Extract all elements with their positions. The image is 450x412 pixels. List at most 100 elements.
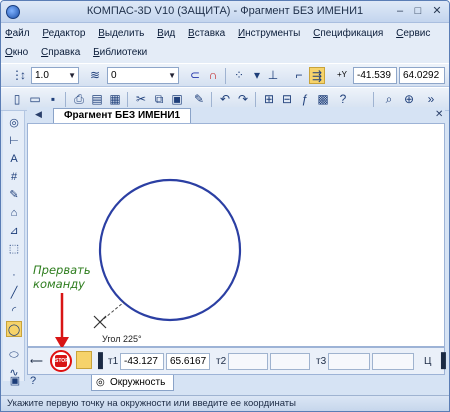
t3-x-field[interactable] [328, 353, 370, 370]
menu-service[interactable]: Сервис [396, 28, 430, 39]
title-bar: КОМПАС-3D V10 (ЗАЩИТА) - Фрагмент БЕЗ ИМ… [1, 1, 449, 23]
library-manager-icon[interactable]: ▩ [315, 91, 331, 108]
coord-x-field[interactable]: -41.539 [353, 67, 397, 84]
menu-help[interactable]: Справка [41, 47, 80, 58]
menu-insert[interactable]: Вставка [188, 28, 225, 39]
stop-icon: STOP [55, 355, 69, 367]
zoom-icon[interactable]: ⌕ [381, 91, 397, 108]
toolbar-separator [373, 92, 374, 108]
stop-command-button[interactable]: STOP [50, 350, 72, 372]
properties-panel: ⟵ STOP ▌ т1 -43.127 65.6167 т2 т3 Ц ▐ [27, 347, 446, 375]
print-preview-icon[interactable]: ▦ [107, 91, 123, 108]
open-folder-icon[interactable]: ▭ [27, 91, 43, 108]
minimize-icon[interactable]: – [393, 5, 407, 19]
coord-xy-label: +Y [336, 70, 347, 79]
symbols-icon[interactable]: A [6, 151, 22, 167]
c-label: Ц [424, 356, 432, 367]
save-icon[interactable]: ▪ [45, 91, 61, 108]
line-width-combo[interactable]: 1.0 ▼ [31, 67, 79, 84]
parametrize-icon[interactable]: ⌂ [6, 205, 22, 221]
auto-create-icon[interactable] [76, 351, 92, 369]
window-title: КОМПАС-3D V10 (ЗАЩИТА) - Фрагмент БЕЗ ИМ… [86, 5, 364, 17]
ellipse-tool-icon[interactable]: ⬭ [6, 347, 22, 363]
tab-document[interactable]: Фрагмент БЕЗ ИМЕНИ1 [53, 108, 192, 123]
more-tools-icon[interactable]: » [423, 91, 439, 108]
grid-icon[interactable]: ⁘ [231, 67, 247, 84]
drawing-canvas[interactable]: Угол 225° [27, 123, 445, 347]
t2-x-field[interactable] [228, 353, 268, 370]
cut-icon[interactable]: ✂ [133, 91, 149, 108]
new-document-icon[interactable]: ▯ [9, 91, 25, 108]
menu-row-2: Окно Справка Библиотеки [5, 47, 157, 63]
t1-y-field[interactable]: 65.6167 [166, 353, 210, 370]
compact-toolbar: ◎ ⊢ A # ✎ ⌂ ⊿ ⬚ · ╱ ◜ ◯ ⬭ ∿ [3, 111, 25, 381]
menu-specification[interactable]: Спецификация [313, 28, 383, 39]
layer-combo[interactable]: 0 ▼ [107, 67, 179, 84]
grid-dropdown-icon[interactable]: ▾ [249, 67, 265, 84]
tab-circle[interactable]: ◎ Окружность [91, 375, 175, 391]
hatch-icon[interactable]: # [6, 169, 22, 185]
copy-icon[interactable]: ⧉ [151, 91, 167, 108]
library-icon[interactable]: ⊟ [279, 91, 295, 108]
drawing-svg: Угол 225° [93, 178, 242, 344]
t2-y-field[interactable] [270, 353, 310, 370]
t3-label: т3 [316, 356, 327, 367]
zoom-in-icon[interactable]: ⊕ [401, 91, 417, 108]
menu-view[interactable]: Вид [157, 28, 175, 39]
coord-y-field[interactable]: 64.0292 [399, 67, 445, 84]
menu-tools[interactable]: Инструменты [238, 28, 300, 39]
round-coordinates-icon[interactable]: ⇶ [309, 67, 325, 84]
camera-icon[interactable]: ▣ [7, 373, 23, 389]
help-pointer-icon[interactable]: ? [25, 373, 41, 389]
ortho-icon[interactable]: ⌐ [291, 67, 307, 84]
print-icon[interactable]: ⎙ [71, 91, 87, 108]
snap-magnet-icon[interactable]: ∩ [205, 67, 221, 84]
format-painter-icon[interactable]: ✎ [191, 91, 207, 108]
menu-window[interactable]: Окно [5, 47, 28, 58]
menu-row-1: Файл Редактор Выделить Вид Вставка Инстр… [5, 28, 440, 44]
status-bar: Укажите первую точку на окружности или в… [1, 395, 449, 411]
variables-icon[interactable]: ƒ [297, 91, 313, 108]
circle-tab-icon: ◎ [96, 377, 105, 388]
annotation-line-2: команду [33, 277, 85, 291]
menu-edit[interactable]: Редактор [42, 28, 85, 39]
toolbar-separator [211, 92, 212, 108]
t2-label: т2 [216, 356, 227, 367]
line-tool-icon[interactable]: ╱ [6, 285, 22, 301]
geometry-icon[interactable]: ◎ [6, 115, 22, 131]
toolbar-separator [255, 92, 256, 108]
tab-arrow-icon[interactable]: ◀ [35, 109, 42, 120]
help-icon[interactable]: ? [335, 91, 351, 108]
paste-icon[interactable]: ▣ [169, 91, 185, 108]
menu-libraries[interactable]: Библиотеки [93, 47, 147, 58]
close-icon[interactable]: ✕ [430, 5, 444, 19]
edit-icon[interactable]: ✎ [6, 187, 22, 203]
drawn-circle[interactable] [98, 178, 242, 322]
dimensions-icon[interactable]: ⊢ [6, 133, 22, 149]
arc-tool-icon[interactable]: ◜ [6, 303, 22, 319]
selection-icon[interactable]: ⬚ [6, 241, 22, 257]
menu-bar: Файл Редактор Выделить Вид Вставка Инстр… [1, 23, 449, 63]
menu-file[interactable]: Файл [5, 28, 30, 39]
maximize-icon[interactable]: □ [411, 5, 425, 19]
arrow-left-icon[interactable]: ⟵ [30, 356, 43, 367]
t1-x-field[interactable]: -43.127 [120, 353, 164, 370]
point-icon[interactable]: · [6, 267, 22, 283]
measure-icon[interactable]: ⊿ [6, 223, 22, 239]
preview-icon[interactable]: ▤ [89, 91, 105, 108]
t3-y-field[interactable] [372, 353, 414, 370]
panel-grip-icon[interactable]: ▌ [98, 352, 108, 368]
layers-icon[interactable]: ≋ [87, 67, 103, 84]
app-window: КОМПАС-3D V10 (ЗАЩИТА) - Фрагмент БЕЗ ИМ… [0, 0, 450, 412]
circle-tool-icon[interactable]: ◯ [6, 321, 22, 337]
panel-grip-right-icon[interactable]: ▐ [436, 352, 446, 368]
undo-icon[interactable]: ↶ [217, 91, 233, 108]
cursor-angle-label: Угол 225° [102, 334, 142, 344]
local-coordinates-icon[interactable]: ⊥ [265, 67, 281, 84]
magnet-icon[interactable]: ⊂ [187, 67, 203, 84]
redo-icon[interactable]: ↷ [235, 91, 251, 108]
close-icon[interactable]: ✕ [435, 109, 443, 120]
t1-label: т1 [108, 356, 119, 367]
menu-select[interactable]: Выделить [98, 28, 144, 39]
tree-icon[interactable]: ⊞ [261, 91, 277, 108]
